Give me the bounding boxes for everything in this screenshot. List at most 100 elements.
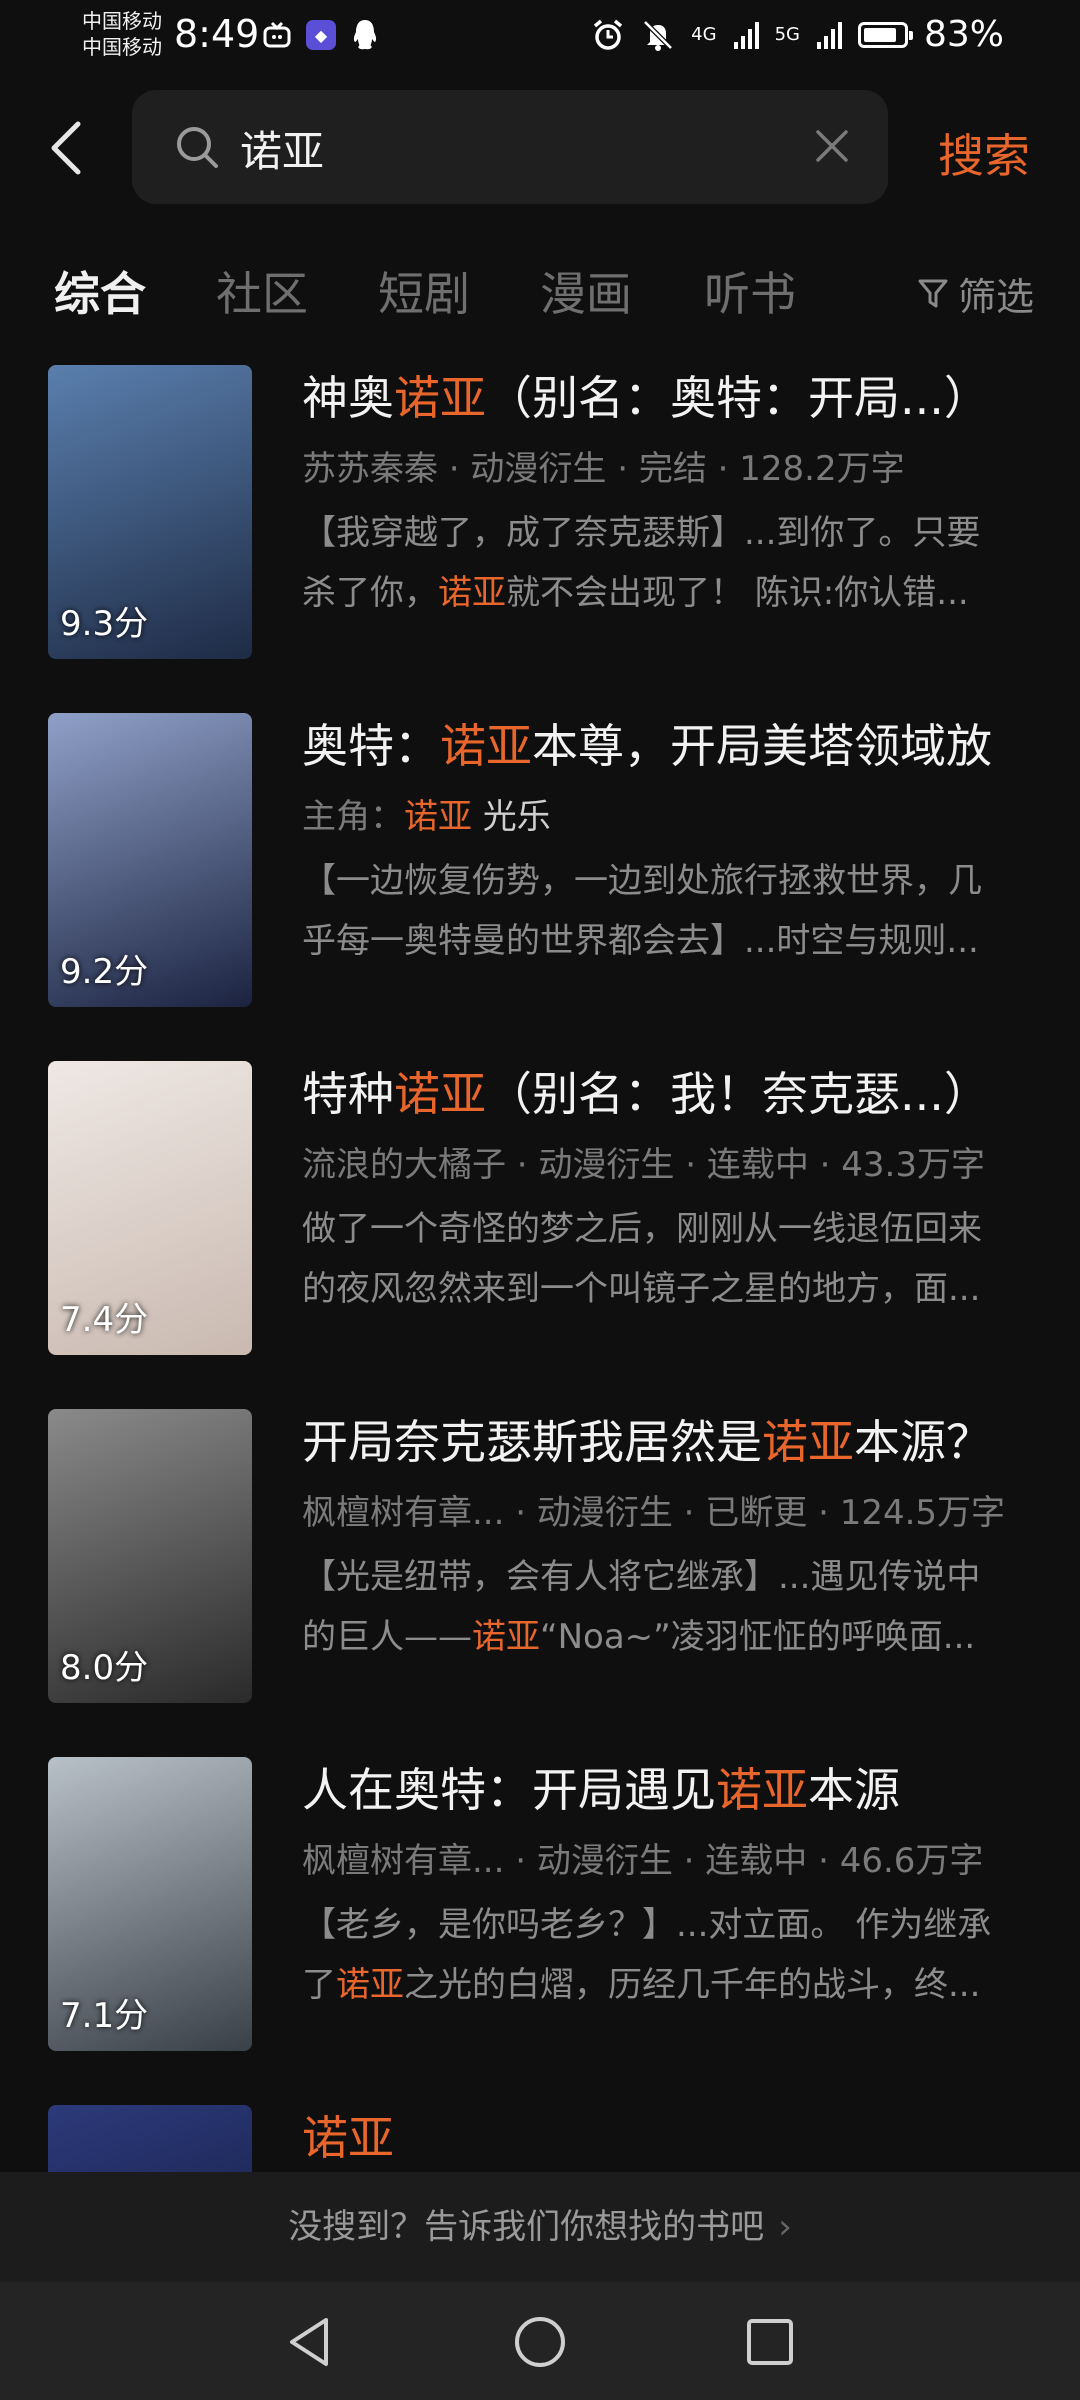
description-line-text: 的夜风忽然来到一个叫镜子之星的地方，面... [302, 1269, 981, 1309]
description-line: 杀了你，诺亚就不会出现了！ 陈识:你认错... [302, 563, 1042, 623]
book-cover[interactable] [48, 2105, 252, 2172]
book-title-text: 特种 [302, 1067, 394, 1121]
qq-icon [353, 20, 377, 50]
description-line: 了诺亚之光的白熠，历经几千年的战斗，终... [302, 1955, 1042, 2015]
signal-2-label: 5G [774, 24, 800, 45]
book-info: 奥特：诺亚本尊，开局美塔领域放 主角：诺亚 光乐 【一边恢复伤势，一边到处旅行拯救世… [302, 713, 1042, 971]
feedback-prompt[interactable]: 没搜到？告诉我们你想找的书吧 › [0, 2172, 1080, 2282]
carrier-1: 中国移动 [82, 9, 162, 33]
book-description: 【一边恢复伤势，一边到处旅行拯救世界，几乎每一奥特曼的世界都会去】...时空与规… [302, 851, 1042, 971]
book-meta-text: 流浪的大橘子 · 动漫衍生 · 连载中 · 43.3万字 [302, 1145, 985, 1185]
result-item[interactable]: 9.3分 神奥诺亚（别名：奥特：开局...） 苏苏秦秦 · 动漫衍生 · 完结 · … [0, 365, 1080, 665]
description-line: 乎每一奥特曼的世界都会去】...时空与规则... [302, 911, 1042, 971]
result-item[interactable]: 9.2分 奥特：诺亚本尊，开局美塔领域放 主角：诺亚 光乐 【一边恢复伤势，一边到处旅… [0, 713, 1080, 1013]
nav-home-button[interactable] [510, 2312, 570, 2372]
battery-icon [857, 21, 913, 48]
book-title-text: （别名：奥特：开局...） [486, 371, 990, 425]
filter-icon [918, 279, 948, 307]
keyword-highlight: 诺亚 [762, 1415, 854, 1469]
carrier-2: 中国移动 [82, 35, 162, 59]
description-line: 【一边恢复伤势，一边到处旅行拯救世界，几 [302, 851, 1042, 911]
notification-icons: ◆ [262, 18, 380, 52]
tab-community[interactable]: 社区 [216, 258, 308, 324]
book-title: 人在奥特：开局遇见诺亚本源 [302, 1757, 1042, 1823]
alarm-icon [594, 19, 623, 50]
keyword-highlight: 诺亚 [336, 1965, 404, 2005]
book-cover[interactable]: 7.1分 [48, 1757, 252, 2051]
book-meta-text: 光乐 [472, 797, 551, 837]
carrier-labels: 中国移动 中国移动 [82, 8, 162, 60]
description-line-text: 【我穿越了，成了奈克瑟斯】...到你了。只要 [302, 513, 981, 553]
back-arrow-icon [51, 121, 81, 175]
nav-back-button[interactable] [280, 2312, 340, 2372]
book-title: 诺亚 [302, 2105, 1042, 2171]
feedback-text: 没搜到？告诉我们你想找的书吧 [288, 2207, 765, 2247]
tab-short-drama[interactable]: 短剧 [378, 258, 470, 324]
book-score: 9.2分 [60, 952, 149, 992]
clear-icon[interactable] [814, 128, 850, 164]
battery-percent: 83% [923, 14, 1004, 55]
book-title-text: 开局奈克瑟斯我居然是 [302, 1415, 762, 1469]
description-line: 【光是纽带，会有人将它继承】...遇见传说中 [302, 1547, 1042, 1607]
description-line: 做了一个奇怪的梦之后，刚刚从一线退伍回来 [302, 1199, 1042, 1259]
result-item[interactable]: 8.0分 开局奈克瑟斯我居然是诺亚本源？ 枫檀树有章... · 动漫衍生 · 已断更… [0, 1409, 1080, 1709]
chevron-right-icon: › [778, 2207, 792, 2247]
search-input[interactable]: 诺亚 [132, 90, 888, 204]
description-line-text: 【光是纽带，会有人将它继承】...遇见传说中 [302, 1557, 981, 1597]
description-line-text: 做了一个奇怪的梦之后，刚刚从一线退伍回来 [302, 1209, 982, 1249]
tab-all[interactable]: 综合 [54, 258, 146, 324]
book-info: 神奥诺亚（别名：奥特：开局...） 苏苏秦秦 · 动漫衍生 · 完结 · 128.… [302, 365, 1042, 623]
result-item[interactable]: 诺亚 [0, 2105, 1080, 2172]
keyword-highlight: 诺亚 [438, 573, 506, 613]
book-cover[interactable]: 7.4分 [48, 1061, 252, 1355]
book-title-text: 本尊，开局美塔领域放 [532, 719, 992, 773]
back-button[interactable] [46, 118, 86, 178]
result-item[interactable]: 7.1分 人在奥特：开局遇见诺亚本源 枫檀树有章... · 动漫衍生 · 连载中 ·… [0, 1757, 1080, 2057]
book-meta-text: 主角： [302, 797, 404, 837]
tab-comics[interactable]: 漫画 [540, 258, 632, 324]
description-line: 的巨人——诺亚“Noa~”凌羽怔怔的呼唤面... [302, 1607, 1042, 1667]
description-line: 的夜风忽然来到一个叫镜子之星的地方，面... [302, 1259, 1042, 1319]
keyword-highlight: 诺亚 [394, 371, 486, 425]
keyword-highlight: 诺亚 [472, 1617, 540, 1657]
book-info: 特种诺亚（别名：我！奈克瑟...） 流浪的大橘子 · 动漫衍生 · 连载中 · 4… [302, 1061, 1042, 1319]
book-meta: 主角：诺亚 光乐 [302, 795, 1042, 839]
book-score: 8.0分 [60, 1648, 149, 1688]
book-title-text: 本源 [808, 1763, 900, 1817]
signal-icon [816, 21, 842, 49]
book-cover[interactable]: 9.2分 [48, 713, 252, 1007]
description-line-text: “Noa~”凌羽怔怔的呼唤面... [540, 1617, 976, 1657]
description-line-text: 了 [302, 1965, 336, 2005]
book-cover[interactable]: 9.3分 [48, 365, 252, 659]
filter-button[interactable]: 筛选 [918, 266, 1034, 321]
description-line-text: 【老乡，是你吗老乡？】...对立面。 作为继承 [302, 1905, 992, 1945]
nav-recent-button[interactable] [740, 2312, 800, 2372]
status-bar: 中国移动 中国移动 8:49 ◆ 4G 5G 83% [0, 0, 1080, 72]
book-title-text: 神奥 [302, 371, 394, 425]
description-line: 【我穿越了，成了奈克瑟斯】...到你了。只要 [302, 503, 1042, 563]
book-score: 7.4分 [60, 1300, 149, 1340]
book-title-text: 本源？ [854, 1415, 992, 1469]
description-line-text: 【一边恢复伤势，一边到处旅行拯救世界，几 [302, 861, 982, 901]
mute-icon [643, 19, 673, 51]
book-info: 诺亚 [302, 2105, 1042, 2171]
book-meta: 苏苏秦秦 · 动漫衍生 · 完结 · 128.2万字 [302, 447, 1042, 491]
tv-app-icon [263, 21, 291, 48]
search-icon [177, 127, 218, 168]
nav-home-icon [515, 2317, 565, 2367]
description-line-text: 杀了你， [302, 573, 438, 613]
signal-1-label: 4G [691, 24, 717, 45]
book-title-text: （别名：我！奈克瑟...） [486, 1067, 990, 1121]
book-title: 开局奈克瑟斯我居然是诺亚本源？ [302, 1409, 1042, 1475]
result-item[interactable]: 7.4分 特种诺亚（别名：我！奈克瑟...） 流浪的大橘子 · 动漫衍生 · 连载中… [0, 1061, 1080, 1361]
description-line: 【老乡，是你吗老乡？】...对立面。 作为继承 [302, 1895, 1042, 1955]
book-description: 做了一个奇怪的梦之后，刚刚从一线退伍回来 的夜风忽然来到一个叫镜子之星的地方，面.… [302, 1199, 1042, 1319]
nav-recent-icon [747, 2319, 793, 2365]
book-score: 9.3分 [60, 604, 149, 644]
book-description: 【我穿越了，成了奈克瑟斯】...到你了。只要 杀了你，诺亚就不会出现了！ 陈识:你… [302, 503, 1042, 623]
clock: 8:49 [174, 12, 260, 56]
tab-audiobooks[interactable]: 听书 [704, 258, 796, 324]
description-line-text: 就不会出现了！ 陈识:你认错... [506, 573, 969, 613]
search-button[interactable]: 搜索 [938, 120, 1030, 186]
book-cover[interactable]: 8.0分 [48, 1409, 252, 1703]
